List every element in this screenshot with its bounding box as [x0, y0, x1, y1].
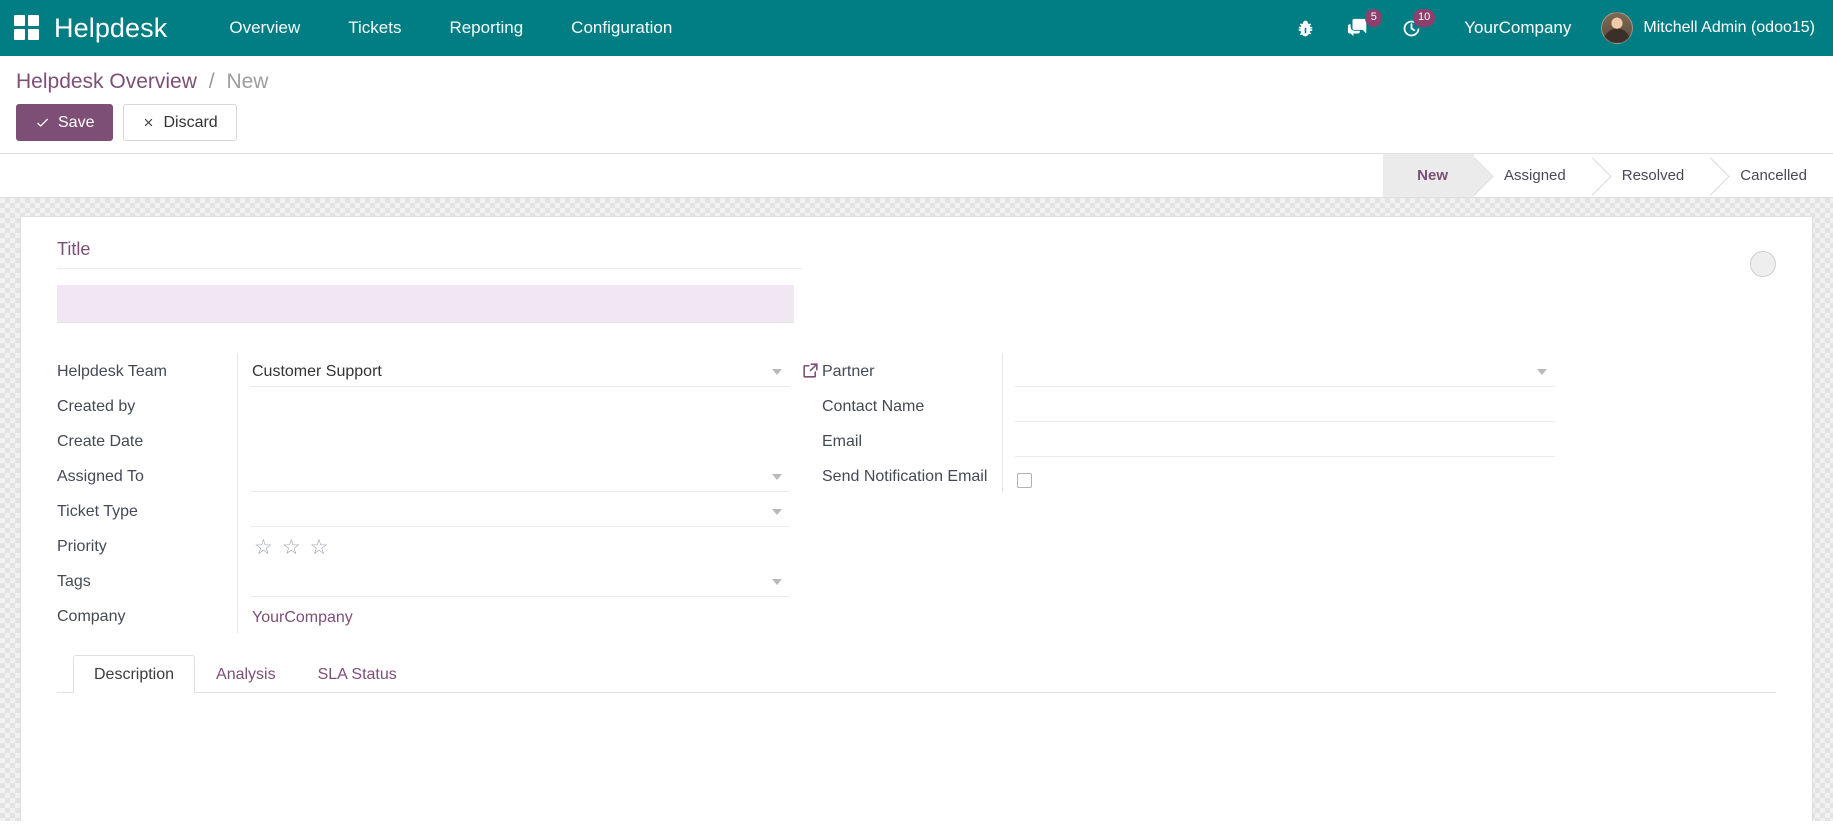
chevron-down-icon[interactable] — [772, 509, 782, 515]
chevron-down-icon[interactable] — [772, 369, 782, 375]
title-block: Title — [57, 239, 817, 323]
menu-reporting[interactable]: Reporting — [425, 12, 547, 44]
field-label-send-notification-email: Send Notification Email — [822, 458, 1002, 488]
form-sheet: Title Helpdesk Team Customer Support — [20, 216, 1813, 821]
ticket-type-input[interactable] — [250, 497, 790, 527]
send-notification-email-checkbox[interactable] — [1017, 473, 1032, 488]
created-by-value — [250, 392, 790, 422]
status-stage-new[interactable]: New — [1383, 154, 1474, 197]
tags-input[interactable] — [250, 567, 790, 597]
email-input[interactable] — [1015, 427, 1555, 457]
navbar-right-section: 5 10 YourCompany Mitchell Admin (odoo15) — [1280, 0, 1815, 56]
messages-chat-icon[interactable]: 5 — [1331, 0, 1385, 56]
breadcrumb-current: New — [226, 70, 268, 93]
top-navbar: Helpdesk Overview Tickets Reporting Conf… — [0, 0, 1833, 56]
activities-clock-icon[interactable]: 10 — [1385, 0, 1438, 56]
field-contact-name: Contact Name — [822, 388, 1555, 423]
title-label: Title — [57, 239, 802, 269]
field-label-created-by: Created by — [57, 388, 237, 418]
menu-configuration[interactable]: Configuration — [547, 12, 696, 44]
check-icon — [35, 115, 50, 130]
tab-sla-status[interactable]: SLA Status — [297, 655, 418, 693]
tab-description[interactable]: Description — [73, 655, 195, 693]
field-email: Email — [822, 423, 1555, 458]
form-action-buttons: Save Discard — [16, 104, 1817, 153]
title-input[interactable] — [57, 285, 794, 323]
priority-star-3[interactable]: ☆ — [310, 537, 329, 558]
activities-count-badge: 10 — [1413, 9, 1435, 27]
save-button-label: Save — [58, 113, 94, 132]
field-tags: Tags — [57, 563, 790, 598]
field-label-contact-name: Contact Name — [822, 388, 1002, 418]
field-label-priority: Priority — [57, 528, 237, 558]
menu-tickets[interactable]: Tickets — [324, 12, 425, 44]
notebook: Description Analysis SLA Status — [57, 655, 1776, 753]
field-label-company: Company — [57, 598, 237, 628]
chevron-down-icon[interactable] — [772, 579, 782, 585]
external-link-icon[interactable] — [801, 361, 820, 384]
field-label-partner: Partner — [822, 353, 1002, 383]
field-create-date: Create Date — [57, 423, 790, 458]
chevron-down-icon[interactable] — [772, 474, 782, 480]
statusbar-container: New Assigned Resolved Cancelled — [0, 154, 1833, 198]
contact-name-input[interactable] — [1015, 392, 1555, 422]
form-background: Title Helpdesk Team Customer Support — [0, 198, 1833, 821]
partner-input[interactable] — [1015, 357, 1555, 387]
field-helpdesk-team: Helpdesk Team Customer Support — [57, 353, 790, 388]
debug-bug-icon[interactable] — [1280, 0, 1331, 56]
discard-button-label: Discard — [163, 113, 217, 132]
discard-button[interactable]: Discard — [123, 104, 236, 141]
close-icon — [142, 116, 155, 129]
messages-count-badge: 5 — [1365, 9, 1382, 27]
field-label-assigned-to: Assigned To — [57, 458, 237, 488]
user-menu[interactable]: Mitchell Admin (odoo15) — [1593, 12, 1815, 44]
field-assigned-to: Assigned To — [57, 458, 790, 493]
priority-widget[interactable]: ☆ ☆ ☆ — [250, 532, 790, 562]
field-label-email: Email — [822, 423, 1002, 453]
priority-star-1[interactable]: ☆ — [254, 537, 273, 558]
field-send-notification-email: Send Notification Email — [822, 458, 1555, 493]
field-priority: Priority ☆ ☆ ☆ — [57, 528, 790, 563]
field-partner: Partner — [822, 353, 1555, 388]
app-brand-helpdesk[interactable]: Helpdesk — [54, 13, 167, 44]
company-switcher[interactable]: YourCompany — [1438, 18, 1593, 38]
statusbar: New Assigned Resolved Cancelled — [1383, 154, 1833, 197]
field-label-tags: Tags — [57, 563, 237, 593]
helpdesk-team-input[interactable]: Customer Support — [250, 357, 790, 387]
chevron-down-icon[interactable] — [1537, 369, 1547, 375]
form-group-left: Helpdesk Team Customer Support — [57, 353, 790, 633]
form-field-groups: Helpdesk Team Customer Support — [57, 353, 1776, 633]
apps-grid-icon[interactable] — [14, 15, 40, 41]
breadcrumb-root[interactable]: Helpdesk Overview — [16, 70, 197, 93]
control-panel: Helpdesk Overview / New Save Discard — [0, 56, 1833, 154]
breadcrumb-separator: / — [209, 70, 215, 93]
field-label-ticket-type: Ticket Type — [57, 493, 237, 523]
notebook-tabs: Description Analysis SLA Status — [57, 655, 1776, 693]
tab-pane-description[interactable] — [57, 693, 1776, 753]
priority-star-2[interactable]: ☆ — [282, 537, 301, 558]
record-avatar-placeholder[interactable] — [1750, 251, 1776, 277]
save-button[interactable]: Save — [16, 104, 113, 141]
field-label-create-date: Create Date — [57, 423, 237, 453]
tab-analysis[interactable]: Analysis — [195, 655, 297, 693]
field-company: Company YourCompany — [57, 598, 790, 633]
helpdesk-team-value: Customer Support — [252, 363, 382, 381]
avatar — [1601, 12, 1633, 44]
company-value[interactable]: YourCompany — [252, 609, 353, 627]
assigned-to-input[interactable] — [250, 462, 790, 492]
menu-overview[interactable]: Overview — [205, 12, 324, 44]
field-ticket-type: Ticket Type — [57, 493, 790, 528]
breadcrumb: Helpdesk Overview / New — [16, 70, 1817, 94]
priority-stars: ☆ ☆ ☆ — [252, 537, 328, 558]
field-created-by: Created by — [57, 388, 790, 423]
user-menu-label: Mitchell Admin (odoo15) — [1643, 19, 1815, 37]
create-date-value — [250, 427, 790, 457]
form-group-right: Partner Contact Name — [822, 353, 1555, 493]
field-label-helpdesk-team: Helpdesk Team — [57, 353, 237, 383]
